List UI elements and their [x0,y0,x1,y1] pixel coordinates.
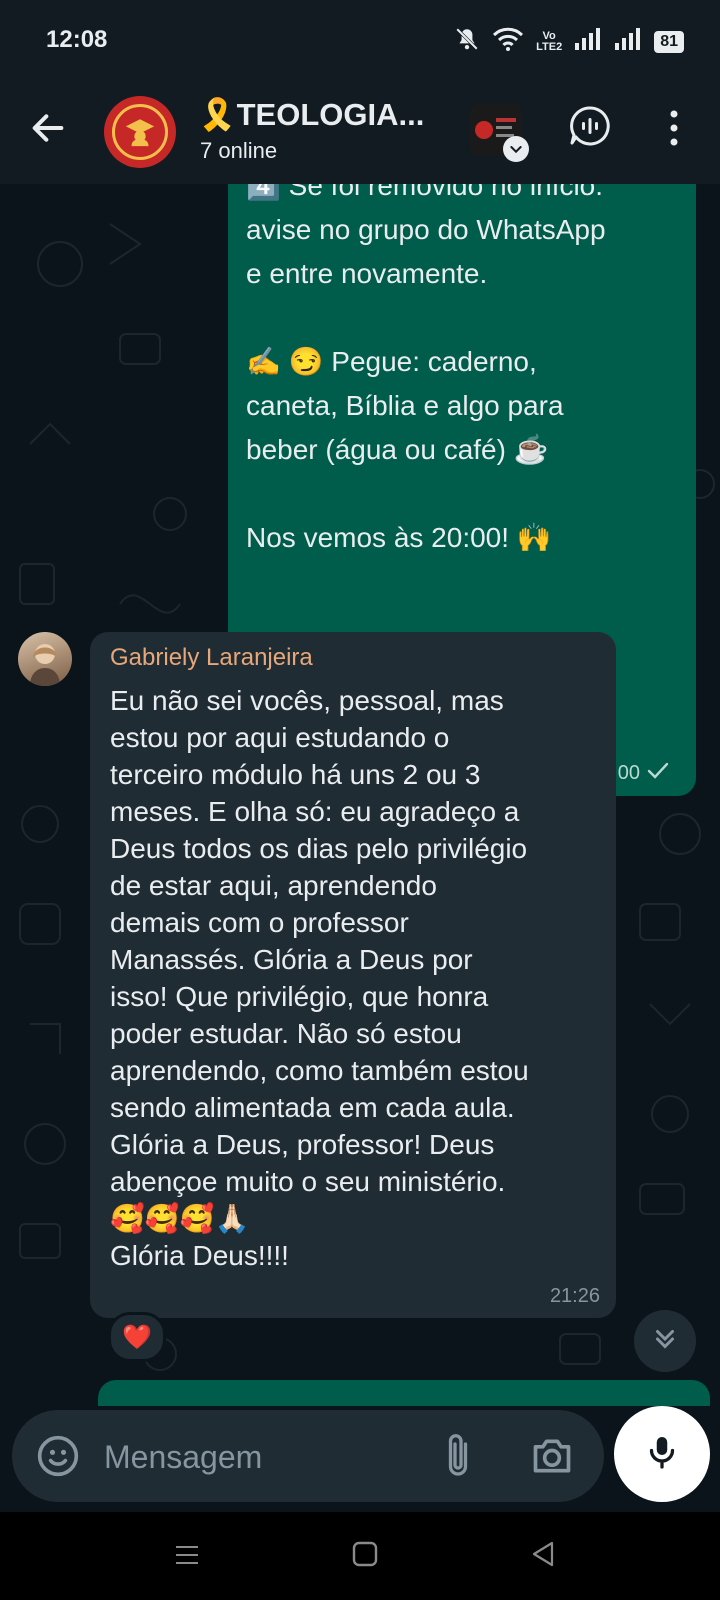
status-time: 12:08 [46,26,108,53]
graduate-logo-icon [112,104,168,160]
status-icons: Vo LTE2 81 [454,26,684,57]
group-name[interactable]: 🎗️TEOLOGIA... [198,96,424,133]
incoming-message-time: 21:26 [549,1285,600,1307]
paperclip-icon[interactable] [440,1430,476,1487]
home-icon[interactable] [352,1541,378,1572]
voice-message-button[interactable] [614,1406,710,1502]
signal-icon-2 [614,27,642,56]
battery-icon: 81 [654,30,684,53]
wifi-icon [492,26,524,57]
outgoing-message-text: 4️⃣ Se foi removido no início: avise no … [246,184,606,553]
microphone-icon [644,1432,680,1477]
double-chevron-down-icon [650,1324,680,1359]
next-outgoing-bubble-partial [98,1380,710,1406]
heart-reaction[interactable]: ❤️ [108,1312,166,1362]
system-navigation-bar [0,1512,720,1600]
recent-apps-icon[interactable] [174,1542,200,1573]
check-icon [646,760,670,786]
signal-icon [574,27,602,56]
heart-icon: ❤️ [122,1323,152,1351]
chevron-down-icon[interactable] [503,136,529,162]
more-options-icon[interactable] [660,106,688,155]
chat-area[interactable]: 4️⃣ Se foi removido no início: avise no … [0,184,720,1406]
voice-chat-icon[interactable] [568,104,612,153]
volte-indicator: Vo LTE2 [536,30,563,53]
message-compose-bar [12,1410,604,1502]
group-status: 7 online [200,138,278,163]
status-bar: 12:08 Vo LTE2 81 [0,0,720,82]
chat-header: 🎗️TEOLOGIA... 7 online [0,82,720,184]
group-avatar[interactable] [104,96,176,168]
sender-name[interactable]: Gabriely Laranjeira [110,644,313,672]
nav-back-icon[interactable] [530,1540,556,1573]
message-input[interactable] [102,1428,426,1486]
scroll-to-bottom-button[interactable] [634,1310,696,1372]
sticker-icon[interactable] [36,1434,80,1483]
camera-icon[interactable] [530,1434,574,1483]
sender-avatar[interactable] [18,632,72,686]
back-arrow-icon[interactable] [28,108,68,153]
volte-bottom: LTE2 [536,40,563,53]
incoming-message-text: Eu não sei vocês, pessoal, mas estou por… [110,685,529,1271]
mute-icon [454,26,480,57]
incoming-message-bubble[interactable]: Gabriely Laranjeira Eu não sei vocês, pe… [90,632,616,1318]
